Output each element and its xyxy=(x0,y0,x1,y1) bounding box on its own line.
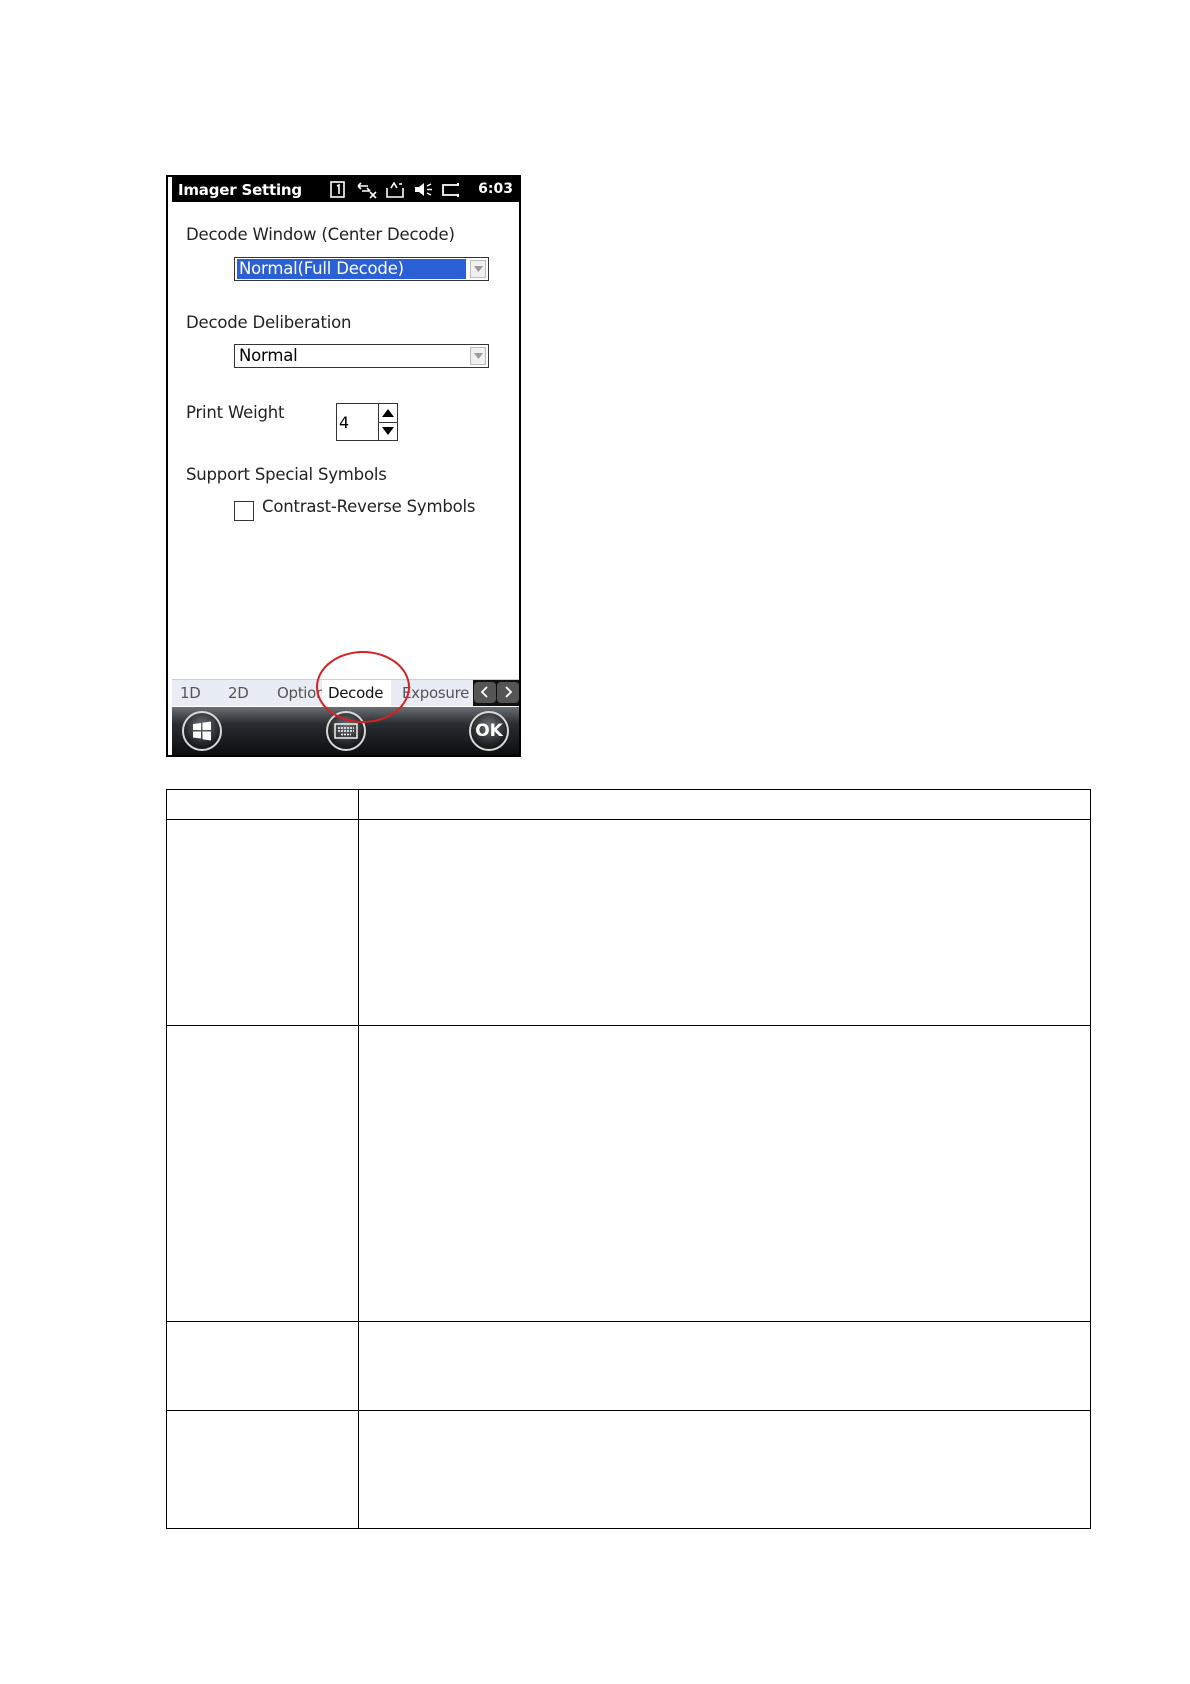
decrement-button[interactable] xyxy=(379,422,397,440)
table-cell xyxy=(166,1321,359,1411)
contrast-reverse-label[interactable]: Contrast-Reverse Symbols xyxy=(262,497,475,516)
table-cell xyxy=(358,1025,1091,1322)
chevron-down-icon xyxy=(474,266,483,272)
tab-2d[interactable]: 2D xyxy=(228,684,249,702)
bottom-command-bar: OK xyxy=(172,707,519,755)
table-row xyxy=(166,1410,1091,1529)
chevron-down-icon xyxy=(474,353,483,359)
decode-deliberation-select[interactable]: Normal xyxy=(234,344,489,368)
tab-decode[interactable]: Decode xyxy=(322,680,391,706)
increment-button[interactable] xyxy=(379,404,397,423)
table-row xyxy=(166,1321,1091,1411)
tab-scroll-area xyxy=(473,680,519,706)
print-weight-value[interactable]: 4 xyxy=(339,413,349,432)
decode-window-label: Decode Window (Center Decode) xyxy=(186,225,455,244)
dropdown-arrow-button[interactable] xyxy=(470,260,486,278)
table-cell xyxy=(358,1321,1091,1411)
table-header-row xyxy=(166,789,1091,820)
tab-scroll-right-button[interactable] xyxy=(497,682,519,703)
tab-1d[interactable]: 1D xyxy=(180,684,201,702)
table-cell xyxy=(166,1410,359,1529)
print-weight-stepper[interactable]: 4 xyxy=(336,403,398,441)
keyboard-button[interactable] xyxy=(326,711,366,751)
tab-decode-label: Decode xyxy=(328,684,384,702)
tab-exposure[interactable]: Exposure xyxy=(402,684,469,702)
arrow-down-icon xyxy=(382,427,394,435)
sim-card-icon xyxy=(330,181,345,198)
contrast-reverse-checkbox[interactable] xyxy=(234,501,254,521)
tab-scroll-left-button[interactable] xyxy=(474,682,496,703)
table-row xyxy=(166,819,1091,1026)
table-cell xyxy=(358,789,1091,820)
battery-icon xyxy=(442,183,459,197)
clock-time: 6:03 xyxy=(478,181,513,197)
keyboard-icon xyxy=(334,723,358,739)
table-cell xyxy=(166,819,359,1026)
status-bar: Imager Setting 6:03 xyxy=(172,177,519,202)
table-cell xyxy=(358,1410,1091,1529)
ok-button[interactable]: OK xyxy=(469,711,509,751)
table-row xyxy=(166,1025,1091,1322)
table-cell xyxy=(166,789,359,820)
tab-bar: 1D 2D Option Decode Exposure xyxy=(172,679,519,706)
data-connection-icon xyxy=(386,181,404,198)
app-title: Imager Setting xyxy=(178,181,302,199)
decode-window-value: Normal(Full Decode) xyxy=(236,258,467,280)
windows-logo-icon xyxy=(193,721,211,741)
print-weight-label: Print Weight xyxy=(186,403,285,422)
tab-option[interactable]: Option xyxy=(277,684,326,702)
decode-deliberation-value: Normal xyxy=(239,346,298,365)
spin-buttons xyxy=(378,404,397,440)
description-table xyxy=(166,789,1091,1529)
chevron-right-icon xyxy=(505,686,513,698)
device-screenshot: Imager Setting 6:03 Decode Window (Cente… xyxy=(166,175,521,757)
volume-icon xyxy=(415,183,432,196)
sync-disconnected-icon xyxy=(357,182,377,199)
table-cell xyxy=(166,1025,359,1322)
decode-deliberation-label: Decode Deliberation xyxy=(186,313,352,332)
special-symbols-label: Support Special Symbols xyxy=(186,465,387,484)
decode-window-select[interactable]: Normal(Full Decode) xyxy=(234,257,489,281)
table-cell xyxy=(358,819,1091,1026)
chevron-left-icon xyxy=(480,686,488,698)
arrow-up-icon xyxy=(382,409,394,417)
dropdown-arrow-button[interactable] xyxy=(470,347,486,365)
start-button[interactable] xyxy=(182,711,222,751)
